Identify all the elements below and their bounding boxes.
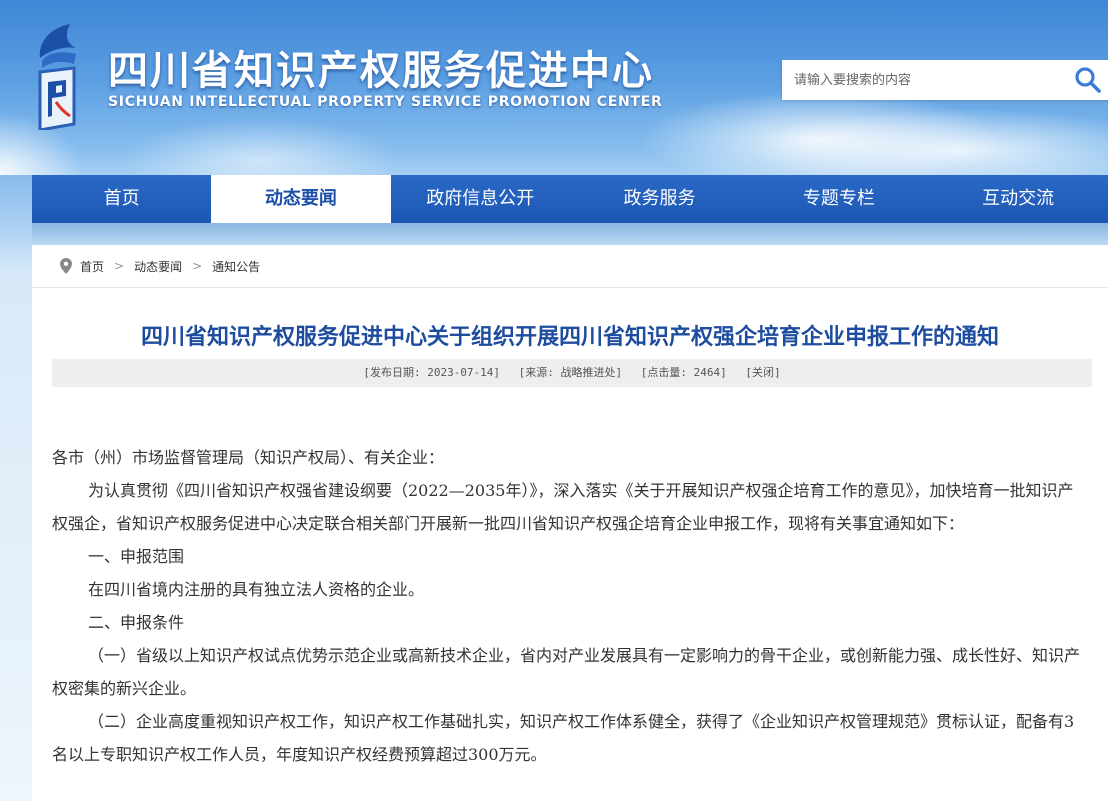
header-banner: 四川省知识产权服务促进中心 SICHUAN INTELLECTUAL PROPE… xyxy=(0,0,1108,175)
breadcrumb: 首页 > 动态要闻 > 通知公告 xyxy=(32,245,1108,288)
nav-item-gov-info[interactable]: 政府信息公开 xyxy=(391,175,570,223)
body-paragraph: 在四川省境内注册的具有独立法人资格的企业。 xyxy=(88,580,425,599)
content-card: 首页 > 动态要闻 > 通知公告 四川省知识产权服务促进中心关于组织开展四川省知… xyxy=(32,245,1108,801)
location-pin-icon xyxy=(60,258,72,274)
section-heading: 二、申报条件 xyxy=(88,613,185,632)
search-input[interactable] xyxy=(782,60,1086,100)
breadcrumb-home[interactable]: 首页 xyxy=(80,258,104,275)
article-meta: [发布日期: 2023-07-14] [来源: 战略推进处] [点击量: 246… xyxy=(52,359,1092,387)
nav-item-news[interactable]: 动态要闻 xyxy=(211,175,391,223)
nav-item-home[interactable]: 首页 xyxy=(32,175,211,223)
search-icon[interactable] xyxy=(1074,66,1102,94)
body-paragraph: 为认真贯彻《四川省知识产权强省建设纲要（2022—2035年）》，深入落实《关于… xyxy=(52,481,1074,533)
hit-count: [点击量: 2464] xyxy=(640,366,727,379)
close-link[interactable]: [关闭] xyxy=(745,366,780,379)
article-body: 各市（州）市场监督管理局（知识产权局）、有关企业： 为认真贯彻《四川省知识产权强… xyxy=(52,441,1082,771)
search-box xyxy=(782,60,1108,100)
nav-shadow xyxy=(32,223,1108,245)
article-title: 四川省知识产权服务促进中心关于组织开展四川省知识产权强企培育企业申报工作的通知 xyxy=(140,325,999,350)
site-subtitle: SICHUAN INTELLECTUAL PROPERTY SERVICE PR… xyxy=(108,94,663,110)
body-paragraph: 各市（州）市场监督管理局（知识产权局）、有关企业： xyxy=(52,448,445,467)
nav-item-topics[interactable]: 专题专栏 xyxy=(749,175,928,223)
nav-item-services[interactable]: 政务服务 xyxy=(570,175,749,223)
breadcrumb-notices[interactable]: 通知公告 xyxy=(212,258,260,275)
breadcrumb-separator: > xyxy=(114,259,125,273)
logo-icon[interactable] xyxy=(30,20,88,130)
breadcrumb-separator: > xyxy=(192,259,203,273)
section-heading: 一、申报范围 xyxy=(88,547,185,566)
body-paragraph: （一）省级以上知识产权试点优势示范企业或高新技术企业，省内对产业发展具有一定影响… xyxy=(52,646,1081,698)
body-paragraph: （二）企业高度重视知识产权工作，知识产权工作基础扎实，知识产权工作体系健全，获得… xyxy=(52,712,1075,764)
main-nav: 首页 动态要闻 政府信息公开 政务服务 专题专栏 互动交流 xyxy=(32,175,1108,223)
breadcrumb-news[interactable]: 动态要闻 xyxy=(134,258,182,275)
publish-date: [发布日期: 2023-07-14] xyxy=(363,366,501,379)
nav-item-interaction[interactable]: 互动交流 xyxy=(928,175,1107,223)
site-title: 四川省知识产权服务促进中心 xyxy=(108,48,654,94)
article-source: [来源: 战略推进处] xyxy=(518,366,623,379)
